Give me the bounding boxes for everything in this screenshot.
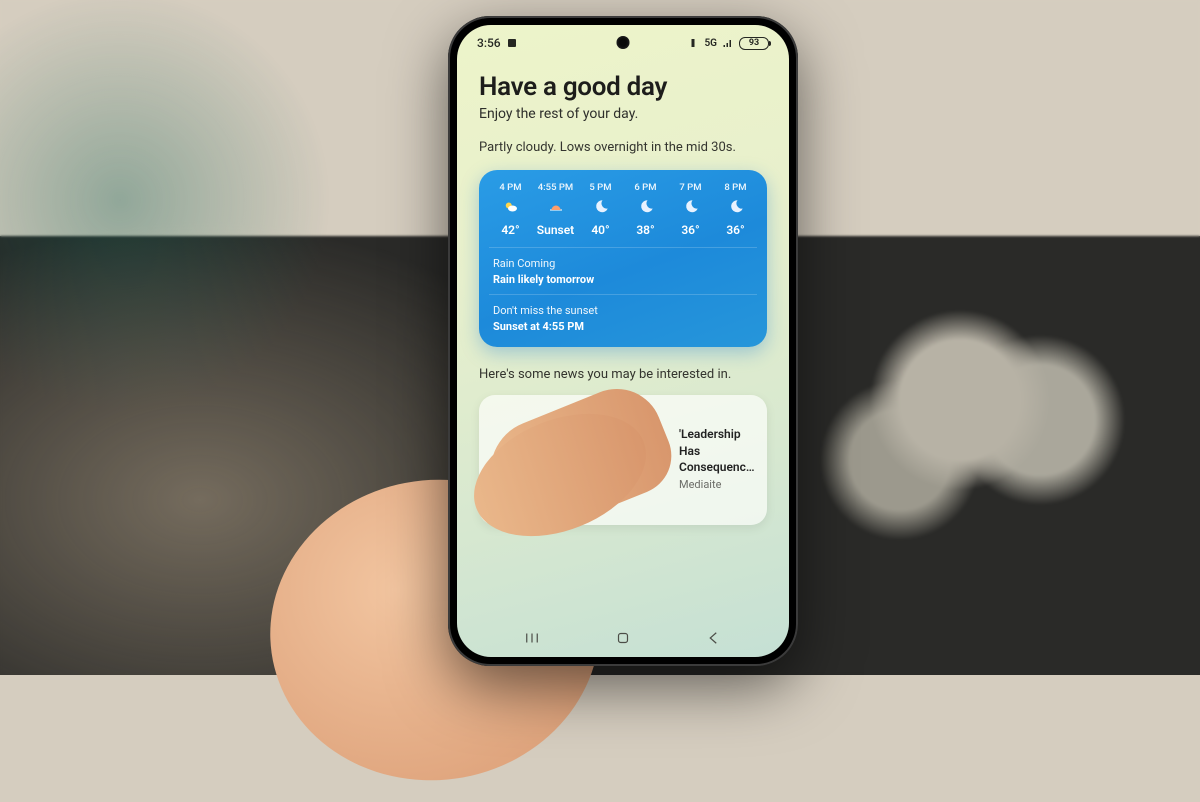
vibrate-icon (687, 37, 699, 49)
hour-value: 36° (714, 223, 757, 237)
hour-time: 4:55 PM (534, 182, 577, 193)
night-icon (579, 197, 622, 217)
news-source: Mediaite (679, 478, 757, 493)
hourly-forecast: 4 PM 42° 4:55 PM Sunset 5 PM 40° 6 PM 38° 7 PM 36… (489, 182, 757, 238)
night-icon (714, 197, 757, 217)
greeting-title: Have a good day (479, 72, 767, 102)
greeting-subtitle: Enjoy the rest of your day. (479, 106, 767, 122)
weather-summary: Partly cloudy. Lows overnight in the mid… (479, 138, 767, 158)
alert-detail: Rain likely tomorrow (493, 272, 753, 288)
phone-screen[interactable]: 3:56 5G 93 Have a good day Enjoy the res… (457, 25, 789, 657)
clock: 3:56 (477, 36, 501, 50)
hour-cell: 5 PM 40° (579, 182, 622, 238)
sunset-icon (534, 197, 577, 217)
news-title: 'Leadership Has Consequences': Kristi No… (679, 426, 757, 475)
hour-value: 36° (669, 223, 712, 237)
alert-detail: Sunset at 4:55 PM (493, 319, 753, 335)
hour-value: Sunset (534, 223, 577, 237)
hour-time: 7 PM (669, 182, 712, 193)
home-button[interactable] (603, 629, 643, 647)
alert-heading: Rain Coming (493, 256, 753, 272)
weather-alert: Don't miss the sunsetSunset at 4:55 PM (489, 294, 757, 337)
battery-pill: 93 (739, 37, 769, 50)
hour-cell: 7 PM 36° (669, 182, 712, 238)
news-lede: Here's some news you may be interested i… (479, 365, 767, 385)
alert-heading: Don't miss the sunset (493, 303, 753, 319)
hour-time: 6 PM (624, 182, 667, 193)
brief-content[interactable]: Have a good day Enjoy the rest of your d… (457, 54, 789, 619)
weather-card[interactable]: 4 PM 42° 4:55 PM Sunset 5 PM 40° 6 PM 38° 7 PM 36… (479, 170, 767, 348)
weather-alerts: Rain ComingRain likely tomorrowDon't mis… (489, 247, 757, 337)
front-camera (617, 36, 630, 49)
hour-cell: 8 PM 36° (714, 182, 757, 238)
hour-cell: 6 PM 38° (624, 182, 667, 238)
news-card[interactable]: 'Leadership Has Consequences': Kristi No… (479, 395, 767, 525)
notification-icon (506, 37, 518, 49)
android-nav-bar (457, 619, 789, 657)
news-thumbnail (475, 375, 683, 544)
hour-cell: 4:55 PM Sunset (534, 182, 577, 238)
signal-icon (722, 37, 734, 49)
hour-cell: 4 PM 42° (489, 182, 532, 238)
phone-frame: 3:56 5G 93 Have a good day Enjoy the res… (448, 16, 798, 666)
hour-value: 42° (489, 223, 532, 237)
night-icon (669, 197, 712, 217)
partly-sunny-icon (489, 197, 532, 217)
hour-time: 5 PM (579, 182, 622, 193)
hour-time: 4 PM (489, 182, 532, 193)
night-icon (624, 197, 667, 217)
weather-alert: Rain ComingRain likely tomorrow (489, 247, 757, 290)
hour-value: 40° (579, 223, 622, 237)
hour-time: 8 PM (714, 182, 757, 193)
hour-value: 38° (624, 223, 667, 237)
back-button[interactable] (694, 629, 734, 647)
recents-button[interactable] (512, 629, 552, 647)
network-label: 5G (704, 38, 717, 49)
